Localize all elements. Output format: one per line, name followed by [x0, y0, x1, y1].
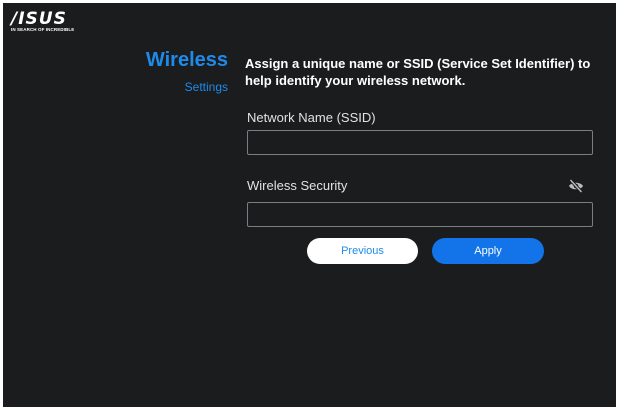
asus-logo: /ISUS IN SEARCH OF INCREDIBLE — [11, 11, 75, 35]
asus-logo-tagline: IN SEARCH OF INCREDIBLE — [11, 27, 75, 32]
eye-slash-icon[interactable] — [568, 178, 584, 194]
instruction-text: Assign a unique name or SSID (Service Se… — [245, 56, 591, 88]
wireless-security-input[interactable] — [247, 202, 593, 227]
ssid-label: Network Name (SSID) — [247, 110, 376, 125]
apply-button[interactable]: Apply — [432, 238, 544, 264]
ssid-input[interactable] — [247, 130, 593, 155]
asus-logo-wordmark: /ISUS — [11, 9, 67, 29]
section-title: Wireless — [145, 49, 228, 71]
wireless-security-label: Wireless Security — [247, 178, 348, 193]
section-subtitle: Settings — [184, 80, 228, 94]
previous-button[interactable]: Previous — [307, 238, 418, 264]
setup-wizard-screen: /ISUS IN SEARCH OF INCREDIBLE Wireless S… — [3, 3, 616, 407]
